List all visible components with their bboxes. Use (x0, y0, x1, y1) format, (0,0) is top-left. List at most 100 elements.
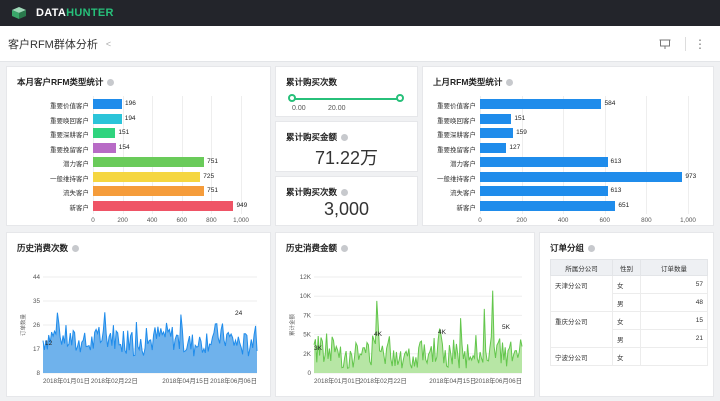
category-label: 重要深耕客户 (437, 132, 476, 139)
x-tick-label: 2018年01月01日 (43, 376, 90, 385)
x-tick-label: 2018年04月15日 (429, 376, 476, 385)
x-tick-label: 200 (117, 217, 128, 224)
y-tick-label: 7K (303, 312, 312, 319)
grid-line (563, 96, 565, 214)
y-tick-label: 26 (33, 322, 41, 329)
column-header[interactable]: 所属分公司 (550, 259, 613, 276)
data-label: 4K (374, 331, 383, 338)
data-label: 3K (314, 345, 323, 352)
area-chart-svg: 44 35 26 17 8 12 24 2018年01月01日 2018年02月22日 2018年… (19, 274, 258, 385)
kpi-value: 3,000 (323, 199, 370, 219)
bar-value-label: 154 (118, 143, 130, 151)
share-icon[interactable]: < (106, 39, 111, 49)
panel-current-rfm: 本月客户RFM类型统计 0 200 400 600 800 1,000 重要价值客户 196 重… (6, 66, 271, 226)
table-row[interactable]: 重庆分公司 女 15 (550, 311, 708, 348)
y-tick-label: 0 (307, 370, 311, 377)
category-label: 重要价值客户 (437, 103, 476, 110)
top-bar: DATAHUNTER (0, 0, 720, 26)
bar (480, 171, 683, 182)
y-axis-label: 累计金额 (288, 314, 296, 337)
category-label: 流失客户 (450, 190, 476, 197)
panel-title: 累计购买次数 (286, 77, 338, 87)
category-label: 重要挽留客户 (437, 146, 476, 154)
bar-value-label: 196 (125, 100, 136, 107)
bar (93, 142, 116, 153)
page-header: 客户RFM群体分析 < ⋮ (0, 26, 720, 62)
range-slider[interactable] (288, 94, 404, 103)
table-header-row: 所属分公司 性别 订单数量 (550, 259, 708, 276)
more-menu-icon[interactable]: ⋮ (694, 38, 706, 50)
bar-value-label: 584 (604, 100, 616, 107)
x-tick-label: 2018年01月01日 (314, 376, 361, 385)
gender-cell: 女 (612, 311, 641, 330)
bar (480, 113, 512, 124)
x-tick-label: 2018年04月15日 (162, 376, 209, 385)
x-tick-label: 400 (146, 217, 158, 224)
panel-orders: 订单分组 所属分公司 性别 订单数量 天津分公司 女 57 男 48 重庆分公司… (539, 232, 714, 397)
y-tick-label: 8 (36, 370, 40, 377)
gender-cell: 男 (612, 329, 641, 348)
kpi-value: 71.22万 (314, 148, 379, 168)
panel-hist-amount: 历史消费金额 12K 10K 7K 5K 2K 0 3K 4K 4K 5K 2018年01月01日 2… (275, 232, 535, 397)
grid-line (604, 96, 606, 214)
y-axis-label: 订单数量 (19, 314, 27, 337)
rfm-bar-chart: 0 200 400 600 800 1,000 重要价值客户 584 重要唤回客户 151 重要深耕… (423, 67, 715, 227)
bar-value-label: 751 (207, 158, 218, 165)
panel-title: 累计购买次数 (286, 187, 338, 197)
grid-line (181, 96, 183, 214)
company-cell: 重庆分公司 (550, 311, 613, 348)
info-icon[interactable] (341, 133, 349, 141)
x-tick-label: 2018年02月22日 (360, 376, 407, 385)
bar-value-label: 159 (516, 129, 527, 136)
logo-icon (12, 7, 26, 19)
data-label: 5K (502, 324, 511, 331)
grid-line (688, 96, 689, 214)
category-label: 潜力客户 (63, 161, 89, 168)
area-chart: 44 35 26 17 8 12 24 2018年01月01日 2018年02月22日 2018年… (7, 233, 272, 398)
table-row[interactable]: 天津分公司 女 57 (550, 275, 708, 312)
table-row[interactable]: 宁波分公司 女 (550, 347, 708, 366)
y-tick-label: 5K (303, 332, 312, 339)
bar-value-label: 949 (236, 201, 248, 209)
presentation-icon[interactable] (659, 38, 671, 50)
slider-handle-min[interactable] (288, 94, 296, 102)
x-tick-label: 800 (641, 217, 652, 224)
category-label: 新客户 (69, 204, 90, 212)
page-title: 客户RFM群体分析 (8, 38, 98, 51)
data-label: 24 (235, 310, 243, 317)
y-tick-label: 12K (300, 274, 312, 281)
bar (93, 99, 122, 109)
info-icon[interactable] (341, 188, 349, 196)
bar (93, 171, 201, 182)
category-label: 重要唤回客户 (437, 117, 476, 125)
y-tick-label: 2K (303, 351, 312, 358)
y-tick-label: 17 (33, 346, 41, 353)
bar (93, 186, 205, 196)
bar-value-label: 973 (685, 172, 697, 180)
x-tick-label: 2018年06月06日 (475, 376, 522, 385)
area-chart-svg: 12K 10K 7K 5K 2K 0 3K 4K 4K 5K 2018年01月01日2018年02月… (288, 274, 523, 385)
company-cell: 天津分公司 (550, 275, 613, 312)
panel-cum-count: 累计购买次数 3,000 (275, 176, 418, 226)
column-header[interactable]: 性别 (612, 259, 641, 276)
bar (480, 128, 514, 138)
bar (93, 200, 234, 211)
x-tick-label: 600 (599, 217, 611, 224)
x-tick-label: 800 (206, 217, 217, 224)
bar-value-label: 613 (610, 158, 622, 165)
orders-table: 所属分公司 性别 订单数量 天津分公司 女 57 男 48 重庆分公司 女 15… (550, 259, 708, 366)
x-tick-label: 1,000 (233, 217, 249, 224)
category-label: 重要挽留客户 (50, 146, 89, 154)
category-label: 重要唤回客户 (50, 117, 89, 125)
bar-value-label: 127 (509, 143, 521, 151)
info-icon[interactable] (588, 244, 596, 252)
category-label: 一般维持客户 (437, 175, 476, 183)
x-tick-label: 0 (478, 217, 482, 224)
category-label: 流失客户 (63, 190, 89, 197)
app-logo[interactable]: DATAHUNTER (36, 7, 114, 19)
grid-line (152, 96, 154, 214)
column-header[interactable]: 订单数量 (640, 259, 708, 276)
company-cell: 宁波分公司 (550, 347, 613, 366)
bar-value-label: 194 (124, 114, 136, 122)
count-cell: 15 (640, 311, 708, 330)
